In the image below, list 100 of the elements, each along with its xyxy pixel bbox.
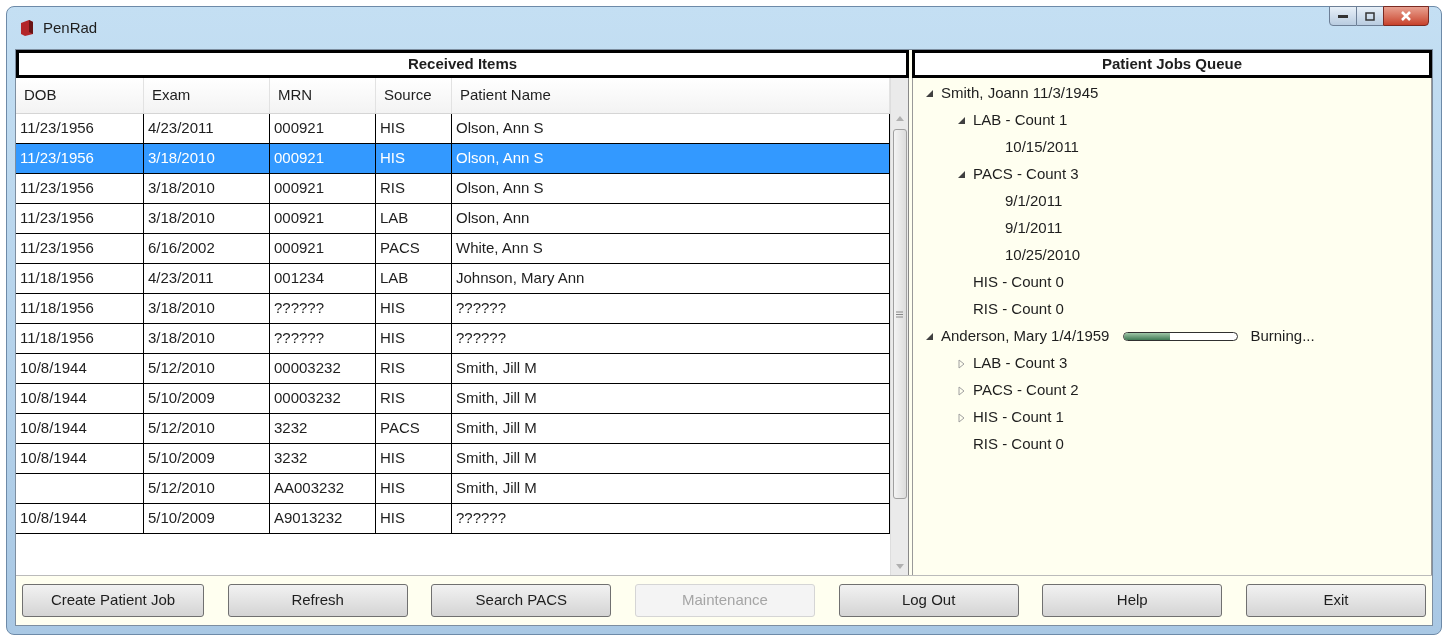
tree-item[interactable]: LAB - Count 3	[973, 352, 1068, 375]
table-cell: HIS	[376, 294, 452, 323]
tree-item[interactable]: Anderson, Mary 1/4/1959	[941, 325, 1110, 348]
tree-item[interactable]: 10/25/2010	[1005, 244, 1081, 267]
table-cell: ??????	[270, 294, 376, 323]
app-icon	[19, 19, 35, 37]
table-row[interactable]: 10/8/1944 5/12/2010 00003232 RIS Smith, Jill M	[16, 354, 890, 384]
table-cell: 11/23/1956	[16, 234, 144, 263]
table-cell: 000921	[270, 114, 376, 143]
column-header[interactable]: Patient Name	[452, 78, 890, 113]
table-cell: 11/23/1956	[16, 204, 144, 233]
table-cell: RIS	[376, 354, 452, 383]
table-cell: 000921	[270, 144, 376, 173]
column-header[interactable]: MRN	[270, 78, 376, 113]
table-row[interactable]: 10/8/1944 5/10/2009 3232 HIS Smith, Jill M	[16, 444, 890, 474]
table-cell: HIS	[376, 474, 452, 503]
table-row[interactable]: 10/8/1944 5/10/2009 A9013232 HIS ??????	[16, 504, 890, 534]
table-cell: 10/8/1944	[16, 504, 144, 533]
table-cell: 10/8/1944	[16, 384, 144, 413]
table-row[interactable]: 11/18/1956 4/23/2011 001234 LAB Johnson, Mary Ann	[16, 264, 890, 294]
column-header[interactable]: Exam	[144, 78, 270, 113]
table-cell: 000921	[270, 174, 376, 203]
table-cell: 5/12/2010	[144, 474, 270, 503]
table-row[interactable]: 5/12/2010 AA003232 HIS Smith, Jill M	[16, 474, 890, 504]
panel-header: Patient Jobs Queue	[912, 50, 1432, 78]
tree-item[interactable]: HIS - Count 0	[973, 271, 1064, 294]
action-button[interactable]: Create Patient Job	[22, 584, 204, 617]
table-cell: 3/18/2010	[144, 174, 270, 203]
table-cell: AA003232	[270, 474, 376, 503]
table-cell: RIS	[376, 174, 452, 203]
tree-item[interactable]: 10/15/2011	[1005, 136, 1079, 159]
table-cell: 11/18/1956	[16, 264, 144, 293]
table-row[interactable]: 10/8/1944 5/10/2009 00003232 RIS Smith, Jill M	[16, 384, 890, 414]
table-row[interactable]: 11/23/1956 6/16/2002 000921 PACS White, Ann S	[16, 234, 890, 264]
minimize-icon	[1338, 14, 1348, 18]
tree-item[interactable]: 9/1/2011	[1005, 217, 1063, 240]
table-cell: HIS	[376, 444, 452, 473]
table-cell: 10/8/1944	[16, 354, 144, 383]
table-cell: 00003232	[270, 354, 376, 383]
table-row[interactable]: 11/23/1956 3/18/2010 000921 LAB Olson, Ann	[16, 204, 890, 234]
tree-item[interactable]: PACS - Count 3	[973, 163, 1079, 186]
minimize-button[interactable]	[1329, 6, 1357, 26]
tree-item[interactable]: HIS - Count 1	[973, 406, 1064, 429]
table-cell: 5/10/2009	[144, 444, 270, 473]
action-button[interactable]: Log Out	[838, 584, 1019, 617]
table-cell: 11/23/1956	[16, 174, 144, 203]
table-cell: 3/18/2010	[144, 204, 270, 233]
column-header[interactable]: Source	[376, 78, 452, 113]
table-cell: LAB	[376, 204, 452, 233]
grip-icon	[896, 310, 903, 318]
table-cell: 00003232	[270, 384, 376, 413]
maximize-button[interactable]	[1357, 6, 1383, 26]
table-cell: 4/23/2011	[144, 114, 270, 143]
action-button[interactable]: Exit	[1245, 584, 1426, 617]
tree-item[interactable]: RIS - Count 0	[973, 433, 1064, 456]
table-row[interactable]: 11/23/1956 3/18/2010 000921 RIS Olson, Ann S	[16, 174, 890, 204]
table-cell: 11/18/1956	[16, 294, 144, 323]
vertical-scrollbar[interactable]	[890, 78, 908, 575]
column-header[interactable]: DOB	[16, 78, 144, 113]
table-cell: 10/8/1944	[16, 444, 144, 473]
table-cell: ??????	[270, 324, 376, 353]
table-row[interactable]: 10/8/1944 5/12/2010 3232 PACS Smith, Jill M	[16, 414, 890, 444]
table-row[interactable]: 11/18/1956 3/18/2010 ?????? HIS ??????	[16, 324, 890, 354]
action-button[interactable]: Help	[1042, 584, 1223, 617]
table-cell: 3232	[270, 444, 376, 473]
tree-item[interactable]: 9/1/2011	[1005, 190, 1063, 213]
expanded-triangle-icon[interactable]	[924, 332, 934, 341]
table-cell: 11/23/1956	[16, 114, 144, 143]
table-cell: 3/18/2010	[144, 324, 270, 353]
table-cell: PACS	[376, 414, 452, 443]
progress-status: Burning...	[1250, 326, 1315, 347]
close-button[interactable]	[1383, 6, 1429, 26]
expanded-triangle-icon[interactable]	[924, 89, 934, 98]
tree-item[interactable]: RIS - Count 0	[973, 298, 1064, 321]
tree-item[interactable]: LAB - Count 1	[973, 109, 1068, 132]
table-cell: HIS	[376, 324, 452, 353]
table-cell: 000921	[270, 204, 376, 233]
table-cell: 000921	[270, 234, 376, 263]
table-cell: 11/23/1956	[16, 144, 144, 173]
panel-header: Received Items	[16, 50, 909, 78]
table-cell: 11/18/1956	[16, 324, 144, 353]
table-cell: 5/10/2009	[144, 384, 270, 413]
table-row[interactable]: 11/18/1956 3/18/2010 ?????? HIS ??????	[16, 294, 890, 324]
table-cell: 4/23/2011	[144, 264, 270, 293]
table-cell: RIS	[376, 384, 452, 413]
window-title: PenRad	[43, 17, 98, 38]
tree-item[interactable]: Smith, Joann 11/3/1945	[941, 82, 1099, 105]
table-cell: 5/10/2009	[144, 504, 270, 533]
table-cell: HIS	[376, 114, 452, 143]
expanded-triangle-icon[interactable]	[956, 116, 966, 125]
table-row[interactable]: 11/23/1956 4/23/2011 000921 HIS Olson, Ann S	[16, 114, 890, 144]
scrollbar-thumb[interactable]	[892, 129, 907, 499]
table-cell: HIS	[376, 144, 452, 173]
tree-item[interactable]: PACS - Count 2	[973, 379, 1079, 402]
expanded-triangle-icon[interactable]	[956, 170, 966, 179]
action-button[interactable]: Refresh	[227, 584, 408, 617]
table-cell: 10/8/1944	[16, 414, 144, 443]
action-button[interactable]: Search PACS	[431, 584, 612, 617]
maximize-icon	[1365, 11, 1375, 21]
table-cell: 5/12/2010	[144, 414, 270, 443]
